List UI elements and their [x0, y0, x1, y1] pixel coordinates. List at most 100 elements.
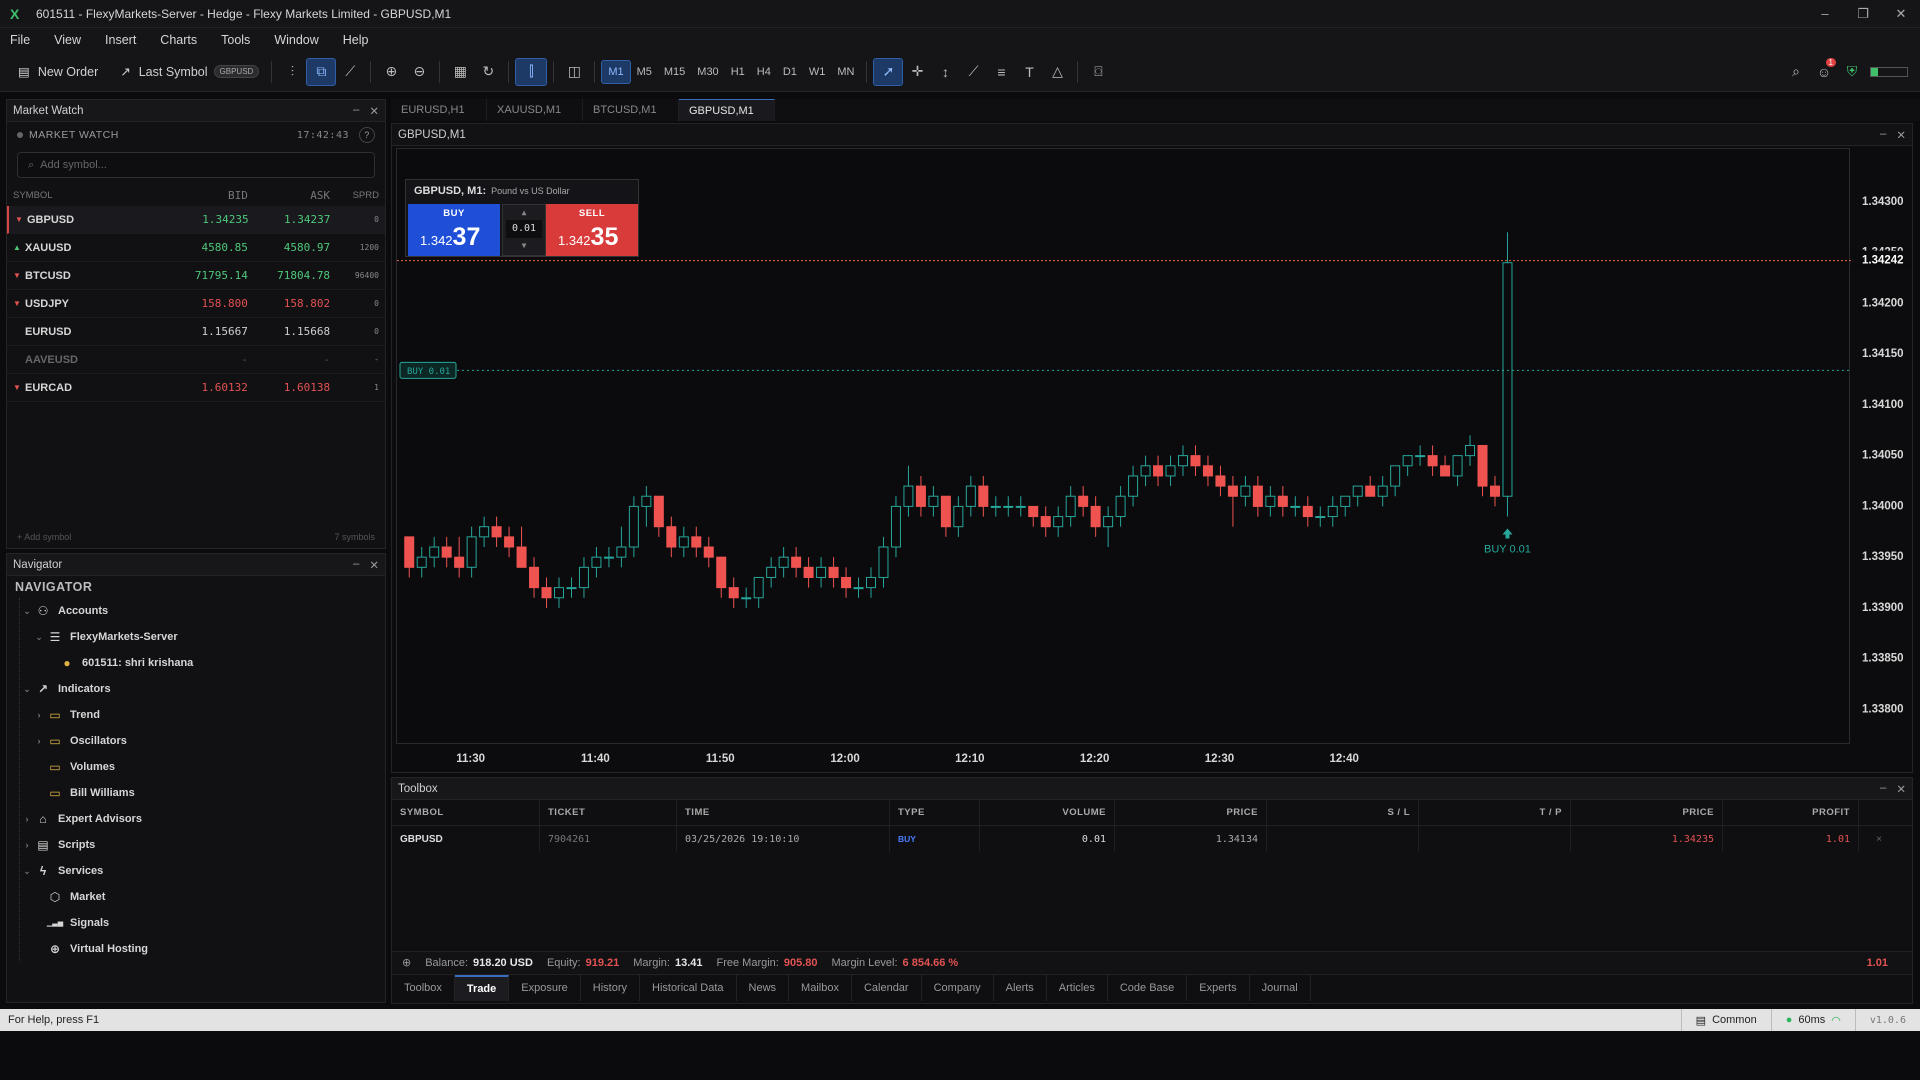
market-watch-row[interactable]: ▲ XAUUSD 4580.85 4580.97 1200 [7, 234, 385, 262]
toolbox-tab-mailbox[interactable]: Mailbox [789, 974, 852, 1001]
trade-tp[interactable] [1419, 826, 1571, 852]
market-watch-row[interactable]: ▼ GBPUSD 1.34235 1.34237 0 [7, 206, 385, 234]
toolbox-tab-experts[interactable]: Experts [1187, 974, 1250, 1001]
navigator-item[interactable]: › ⌂ Expert Advisors [20, 806, 385, 832]
toolbox-tab-company[interactable]: Company [922, 974, 994, 1001]
market-watch-row[interactable]: EURUSD 1.15667 1.15668 0 [7, 318, 385, 346]
toolbox-tab-toolbox[interactable]: Toolbox [392, 974, 455, 1001]
close-position-icon[interactable]: × [1859, 826, 1899, 852]
bar-chart-icon[interactable]: ⫶ [278, 58, 306, 86]
lot-up-icon[interactable]: ▲ [503, 205, 545, 220]
menu-window[interactable]: Window [274, 33, 318, 47]
profile-selector[interactable]: ▤ Common [1680, 1009, 1771, 1031]
market-watch-row[interactable]: ▼ USDJPY 158.800 158.802 0 [7, 290, 385, 318]
trade-sl[interactable] [1267, 826, 1419, 852]
tf-m1[interactable]: M1 [601, 59, 631, 84]
navigator-item[interactable]: ⬡ Market [20, 884, 385, 910]
navigator-item[interactable]: ⌄ ☰ FlexyMarkets-Server [20, 624, 385, 650]
restore-icon[interactable]: ❐ [1844, 6, 1882, 22]
close-icon[interactable]: ✕ [1896, 128, 1906, 142]
camera-icon[interactable]: ⌼ [1084, 58, 1112, 86]
menu-tools[interactable]: Tools [221, 33, 250, 47]
chevron-icon[interactable]: ⌄ [20, 684, 34, 695]
trendline-icon[interactable]: ⟋ [959, 58, 987, 86]
add-icon[interactable]: ⊕ [402, 956, 411, 969]
market-watch-row[interactable]: ▼ EURCAD 1.60132 1.60138 1 [7, 374, 385, 402]
add-symbol-link[interactable]: + Add symbol [17, 532, 71, 542]
tf-mn[interactable]: MN [831, 66, 860, 78]
line-chart-icon[interactable]: ⟋ [336, 58, 364, 86]
tab-eurusd-h1[interactable]: EURUSD,H1 [391, 99, 487, 121]
chevron-icon[interactable]: › [32, 710, 46, 720]
tf-h1[interactable]: H1 [725, 66, 751, 78]
navigator-item[interactable]: ⊕ Virtual Hosting [20, 936, 385, 962]
menu-insert[interactable]: Insert [105, 33, 136, 47]
help-icon[interactable]: ? [359, 127, 375, 143]
minimize-icon[interactable]: – [353, 104, 359, 118]
navigator-item[interactable]: ⌄ ϟ Services [20, 858, 385, 884]
navigator-item[interactable]: › ▤ Scripts [20, 832, 385, 858]
toolbox-tab-calendar[interactable]: Calendar [852, 974, 922, 1001]
market-watch-row[interactable]: AAVEUSD - - - [7, 346, 385, 374]
toolbox-tab-alerts[interactable]: Alerts [994, 974, 1047, 1001]
close-icon[interactable]: ✕ [1896, 782, 1906, 796]
tf-m15[interactable]: M15 [658, 66, 691, 78]
refresh-icon[interactable]: ↻ [474, 58, 502, 86]
market-watch-row[interactable]: ▼ BTCUSD 71795.14 71804.78 96400 [7, 262, 385, 290]
toolbox-tab-articles[interactable]: Articles [1047, 974, 1108, 1001]
chevron-icon[interactable]: ⌄ [32, 632, 46, 643]
close-icon[interactable]: ✕ [369, 558, 379, 572]
algo-trading-icon[interactable]: ⫿ [515, 57, 548, 86]
crosshair-icon[interactable]: ✛ [903, 58, 931, 86]
navigator-item[interactable]: ▭ Volumes [20, 754, 385, 780]
toolbox-tab-news[interactable]: News [737, 974, 790, 1001]
zoom-in-icon[interactable]: ⊕ [377, 58, 405, 86]
navigator-item[interactable]: › ▭ Oscillators [20, 728, 385, 754]
toolbox-tab-code-base[interactable]: Code Base [1108, 974, 1188, 1001]
tf-m5[interactable]: M5 [631, 66, 658, 78]
tab-btcusd-m1[interactable]: BTCUSD,M1 [583, 99, 679, 121]
connection-status[interactable]: ● 60ms ◠ [1770, 1009, 1855, 1031]
chevron-icon[interactable]: › [20, 840, 34, 850]
chart-plot-area[interactable]: BUY 0.01 BUY 0.01 GBPUSD, M1: Pound vs US… [396, 148, 1851, 744]
toolbox-tab-historical-data[interactable]: Historical Data [640, 974, 737, 1001]
text-icon[interactable]: T [1015, 58, 1043, 86]
indicators-icon[interactable]: ◫ [560, 58, 588, 86]
tf-m30[interactable]: M30 [691, 66, 724, 78]
close-icon[interactable]: ✕ [1882, 6, 1920, 22]
menu-help[interactable]: Help [343, 33, 369, 47]
chevron-icon[interactable]: ⌄ [20, 606, 34, 617]
menu-view[interactable]: View [54, 33, 81, 47]
toolbox-tab-trade[interactable]: Trade [454, 974, 510, 1001]
menu-file[interactable]: File [10, 33, 30, 47]
lot-size-stepper[interactable]: ▲ 0.01 ▼ [502, 204, 546, 256]
search-icon[interactable]: ⌕ [1782, 58, 1810, 86]
symbol-search-input[interactable]: ⌕ Add symbol... [17, 152, 375, 178]
new-order-button[interactable]: ▤ New Order [12, 58, 104, 86]
chevron-icon[interactable]: › [32, 736, 46, 746]
vertical-line-icon[interactable]: ↕ [931, 58, 959, 86]
menu-charts[interactable]: Charts [160, 33, 197, 47]
candlestick-chart-icon[interactable]: ⧉ [306, 57, 337, 86]
minimize-icon[interactable]: – [353, 558, 359, 572]
toolbox-tab-history[interactable]: History [581, 974, 640, 1001]
navigator-item[interactable]: ▭ Bill Williams [20, 780, 385, 806]
tile-windows-icon[interactable]: ▦ [446, 58, 474, 86]
tab-xauusd-m1[interactable]: XAUUSD,M1 [487, 99, 583, 121]
sell-button[interactable]: SELL 1.34235 [546, 204, 638, 256]
navigator-item[interactable]: ● 601511: shri krishana [20, 650, 385, 676]
minimize-icon[interactable]: – [1880, 128, 1886, 142]
cursor-icon[interactable]: ➚ [873, 57, 904, 86]
last-symbol-button[interactable]: ↗ Last Symbol GBPUSD [114, 58, 265, 86]
tf-d1[interactable]: D1 [777, 66, 803, 78]
navigator-item[interactable]: ⌄ ↗ Indicators [20, 676, 385, 702]
navigator-item[interactable]: › ▭ Trend [20, 702, 385, 728]
lot-size-value[interactable]: 0.01 [506, 220, 542, 238]
toolbox-tab-journal[interactable]: Journal [1250, 974, 1311, 1001]
tab-gbpusd-m1[interactable]: GBPUSD,M1 [679, 99, 775, 121]
navigator-item[interactable]: ⌄ ⚇ Accounts [20, 598, 385, 624]
minimize-icon[interactable]: – [1880, 782, 1886, 796]
shapes-icon[interactable]: △ [1043, 58, 1071, 86]
account-icon[interactable]: ☺ 1 [1810, 57, 1838, 86]
navigator-item[interactable]: ▁▃▅ Signals [20, 910, 385, 936]
